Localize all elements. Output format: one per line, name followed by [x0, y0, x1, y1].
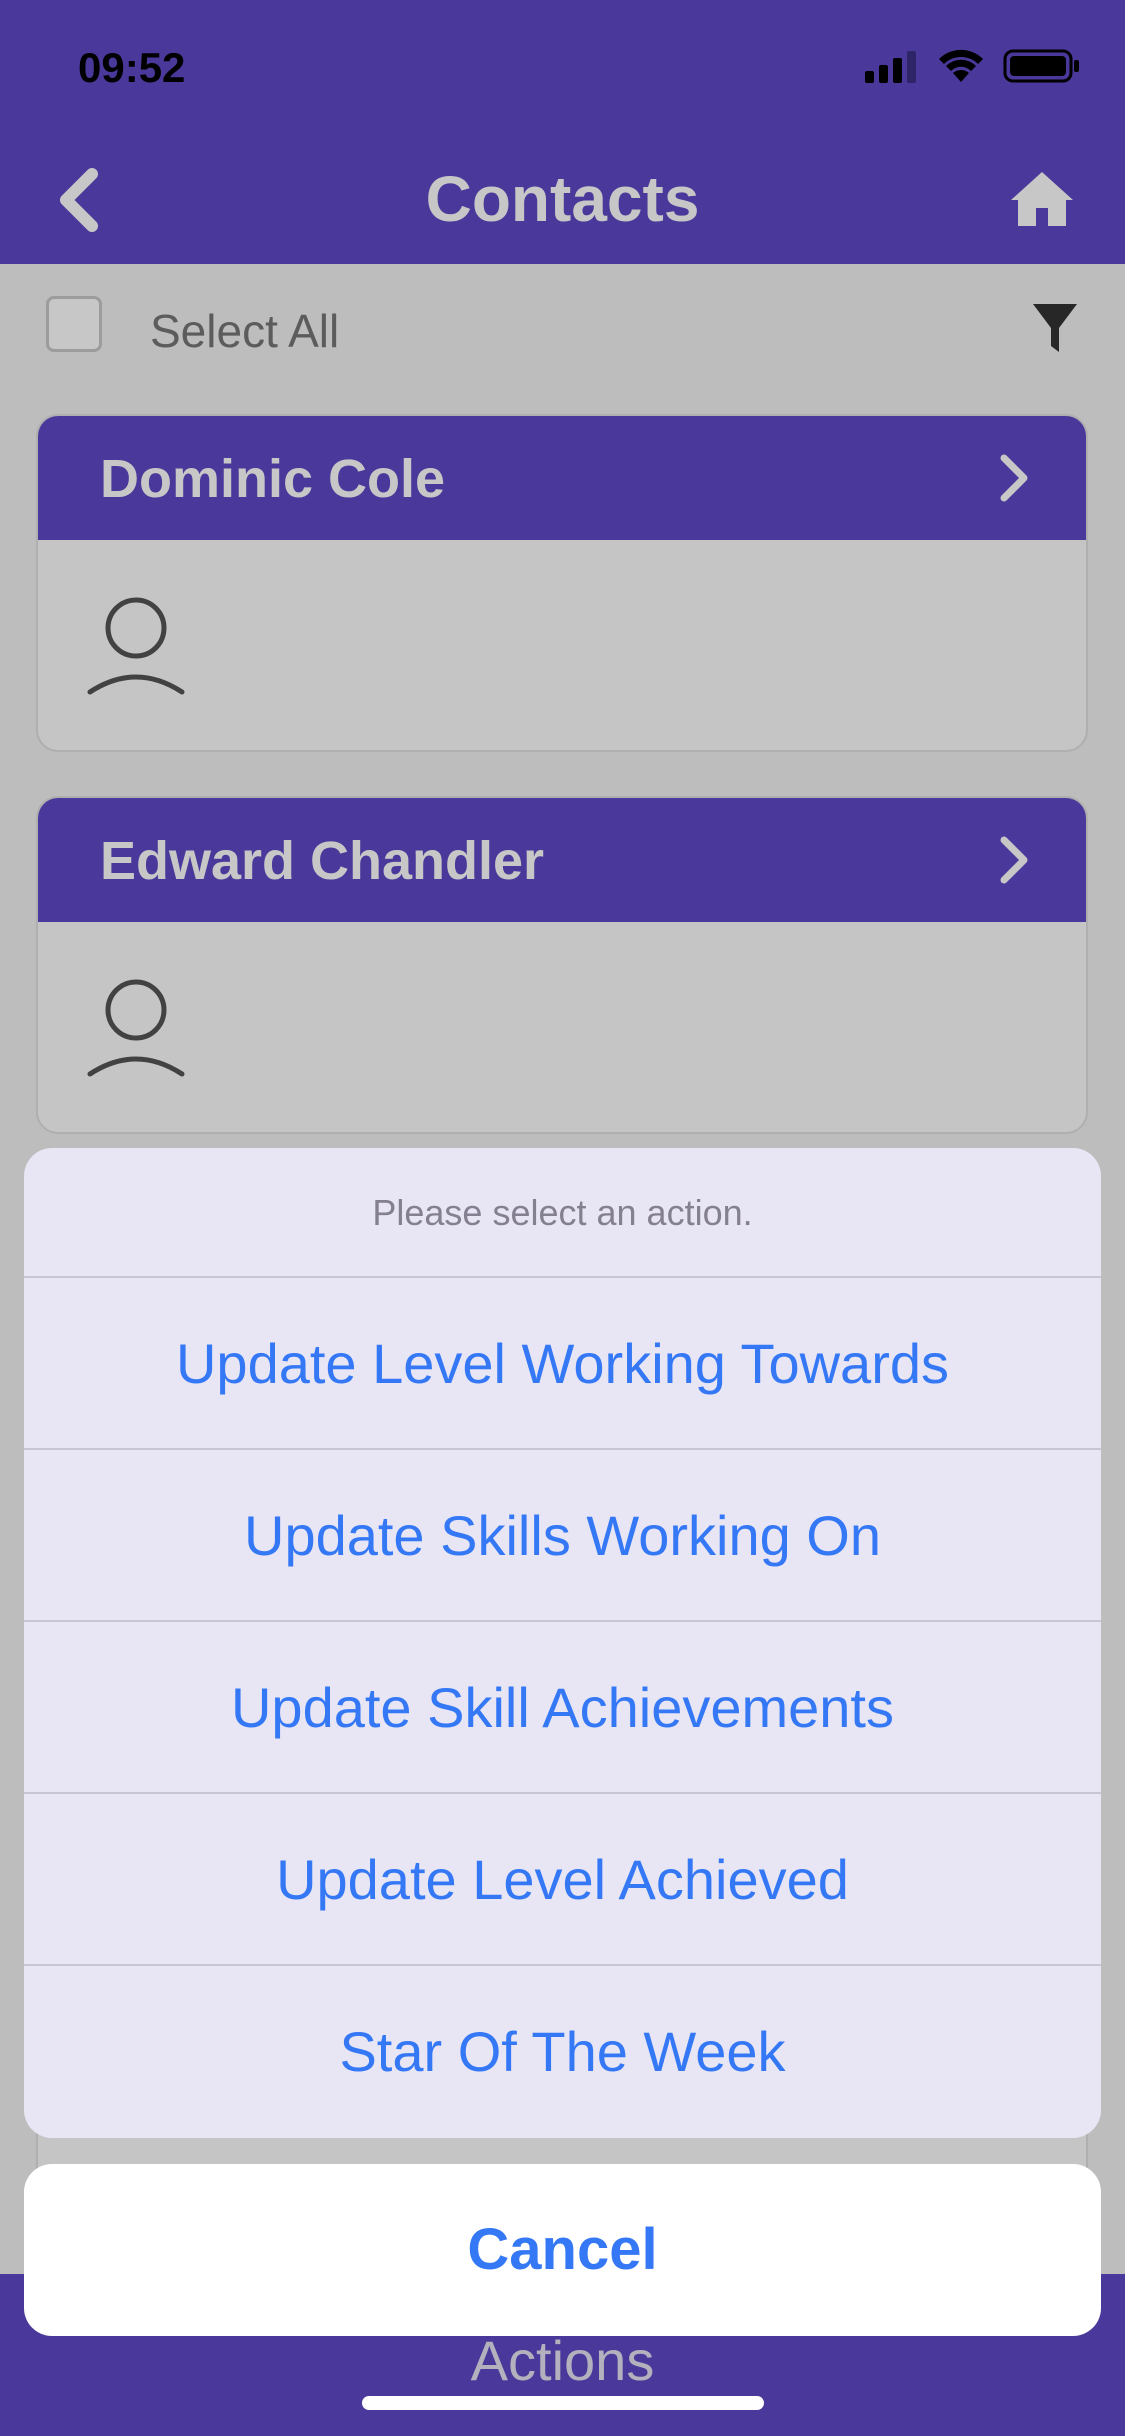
action-update-level-achieved[interactable]: Update Level Achieved	[24, 1794, 1101, 1966]
action-sheet: Please select an action. Update Level Wo…	[24, 1148, 1101, 2138]
action-update-skill-achievements[interactable]: Update Skill Achievements	[24, 1622, 1101, 1794]
action-star-of-the-week[interactable]: Star Of The Week	[24, 1966, 1101, 2138]
home-indicator[interactable]	[362, 2396, 764, 2410]
action-update-level-working-towards[interactable]: Update Level Working Towards	[24, 1278, 1101, 1450]
action-update-skills-working-on[interactable]: Update Skills Working On	[24, 1450, 1101, 1622]
action-sheet-title: Please select an action.	[24, 1148, 1101, 1278]
cancel-button[interactable]: Cancel	[24, 2164, 1101, 2336]
